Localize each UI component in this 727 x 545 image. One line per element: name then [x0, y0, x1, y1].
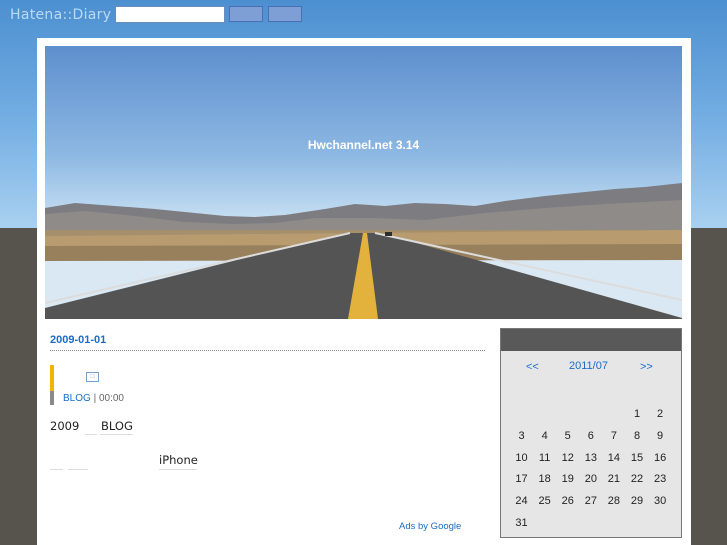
calendar-widget: << 2011/07 >> 1 2 3 4 5 6 7 8 9 10 11 12 13 14 15 16 17 1… — [500, 328, 682, 538]
entry-body-line-1: 2009 BLOG — [50, 419, 485, 441]
keyword-underline — [68, 469, 88, 470]
calendar-day[interactable]: 6 — [579, 430, 602, 442]
calendar-day[interactable]: 25 — [533, 495, 556, 507]
calendar-day[interactable]: 19 — [556, 473, 579, 485]
search-input[interactable] — [115, 6, 225, 23]
calendar-day[interactable]: 10 — [510, 452, 533, 464]
entry-accent-bar — [50, 365, 54, 391]
calendar-day[interactable]: 5 — [556, 430, 579, 442]
calendar-next-link[interactable]: >> — [640, 361, 653, 373]
entry-meta-bar — [50, 391, 54, 405]
calendar-week-row: 31 — [510, 511, 672, 533]
calendar-day[interactable]: 27 — [579, 495, 602, 507]
calendar-day[interactable]: 7 — [602, 430, 625, 442]
calendar-day[interactable]: 15 — [625, 452, 648, 464]
calendar-header — [501, 329, 681, 351]
road-landscape-image — [45, 183, 682, 319]
top-bar: Hatena::Diary — [0, 0, 727, 32]
keyword-link-blog[interactable]: BLOG — [101, 419, 133, 433]
entry-separator: | — [90, 393, 99, 404]
calendar-day[interactable]: 2 — [649, 408, 672, 420]
calendar-day[interactable]: 24 — [510, 495, 533, 507]
calendar-day[interactable]: 9 — [649, 430, 672, 442]
calendar-prev-link[interactable]: << — [526, 361, 539, 373]
keyword-underline — [85, 434, 97, 435]
keyword-underline — [100, 434, 133, 435]
site-title[interactable]: Hwchannel.net 3.14 — [45, 138, 682, 152]
calendar-day[interactable]: 21 — [602, 473, 625, 485]
search-button[interactable] — [229, 6, 263, 22]
calendar-week-row: 17 18 19 20 21 22 23 — [510, 467, 672, 489]
entry-meta: BLOG | 00:00 — [63, 393, 124, 404]
entry-header: □ BLOG | 00:00 — [50, 365, 485, 405]
calendar-month-link[interactable]: 2011/07 — [569, 360, 608, 372]
keyword-underline — [159, 469, 197, 470]
keyword-underline — [50, 469, 63, 470]
date-divider — [50, 350, 485, 351]
entry-image-icon[interactable]: □ — [86, 372, 99, 382]
entry-year-text: 2009 — [50, 419, 80, 433]
header-banner[interactable]: Hwchannel.net 3.14 — [45, 46, 682, 319]
calendar-day[interactable]: 11 — [533, 452, 556, 464]
calendar-day[interactable]: 31 — [510, 517, 533, 529]
category-link-blog[interactable]: BLOG — [63, 393, 91, 404]
calendar-day[interactable]: 14 — [602, 452, 625, 464]
calendar-day[interactable]: 20 — [579, 473, 602, 485]
calendar-week-row: 10 11 12 13 14 15 16 — [510, 446, 672, 468]
main-content: 2009-01-01 □ BLOG | 00:00 2009 BLOG iPho… — [50, 334, 485, 532]
entry-time[interactable]: 00:00 — [99, 393, 124, 404]
calendar-week-row: 24 25 26 27 28 29 30 — [510, 489, 672, 511]
calendar-grid: 1 2 3 4 5 6 7 8 9 10 11 12 13 14 15 16 17 18 19 20 21 22 23 24 2… — [510, 402, 672, 533]
calendar-day[interactable]: 26 — [556, 495, 579, 507]
calendar-day[interactable]: 17 — [510, 473, 533, 485]
entry-body-line-2: iPhone — [50, 453, 485, 475]
calendar-day[interactable]: 4 — [533, 430, 556, 442]
ads-by-google-link[interactable]: Ads by Google — [399, 521, 461, 532]
calendar-day[interactable]: 3 — [510, 430, 533, 442]
secondary-button[interactable] — [268, 6, 302, 22]
calendar-day[interactable]: 28 — [602, 495, 625, 507]
calendar-day[interactable]: 23 — [649, 473, 672, 485]
calendar-day[interactable]: 1 — [625, 408, 648, 420]
calendar-day[interactable]: 18 — [533, 473, 556, 485]
calendar-week-row: 3456789 — [510, 424, 672, 446]
calendar-day[interactable]: 13 — [579, 452, 602, 464]
calendar-day[interactable]: 22 — [625, 473, 648, 485]
calendar-day[interactable]: 16 — [649, 452, 672, 464]
calendar-week-row: 12 — [510, 402, 672, 424]
calendar-day[interactable]: 12 — [556, 452, 579, 464]
calendar-day[interactable]: 29 — [625, 495, 648, 507]
calendar-day[interactable]: 8 — [625, 430, 648, 442]
calendar-day[interactable]: 30 — [649, 495, 672, 507]
page-frame: Hwchannel.net 3.14 2009-01-01 □ BLOG | 0… — [37, 38, 691, 545]
keyword-link-iphone[interactable]: iPhone — [159, 453, 198, 467]
hatena-diary-logo[interactable]: Hatena::Diary — [10, 7, 111, 23]
day-date-link[interactable]: 2009-01-01 — [50, 334, 485, 350]
calendar-nav: << 2011/07 >> — [501, 351, 681, 375]
